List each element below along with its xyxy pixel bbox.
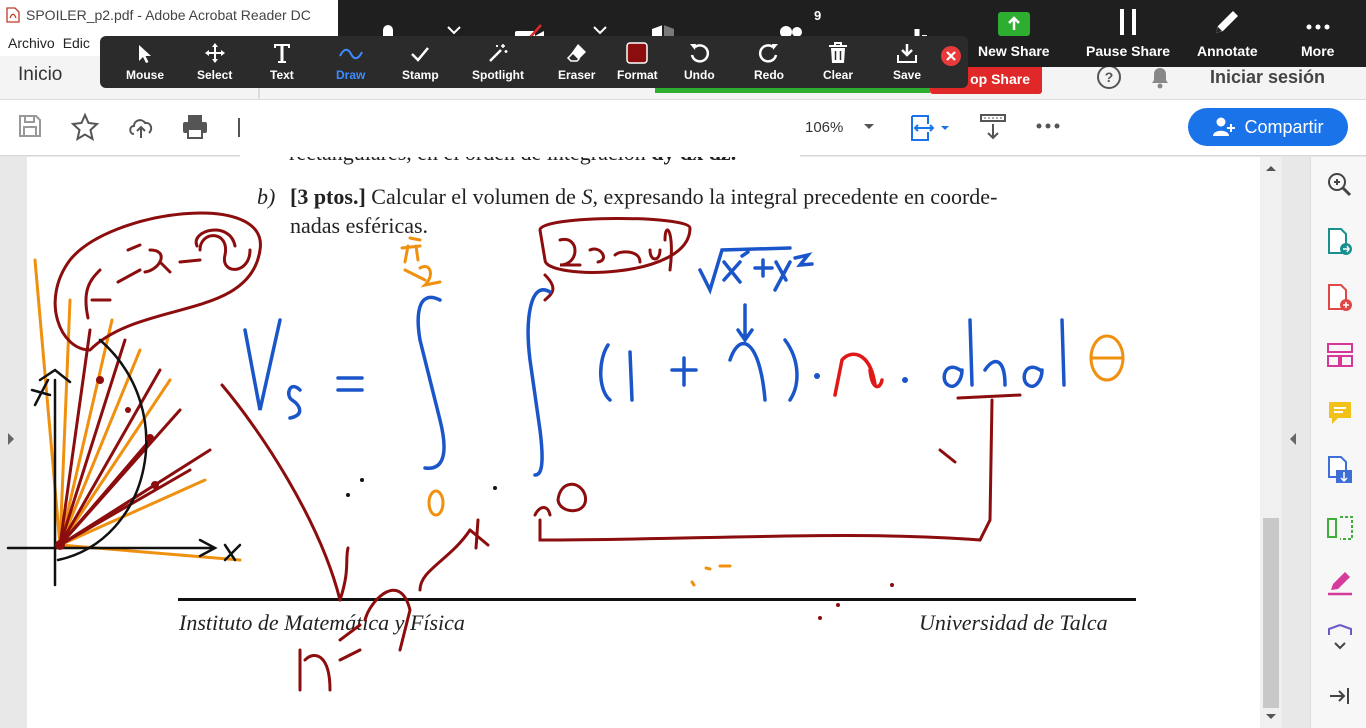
color-swatch-icon (626, 42, 649, 64)
right-tools-sidebar (1310, 157, 1366, 728)
black-ink-axes (6, 338, 242, 587)
protect-icon[interactable] (1326, 623, 1354, 658)
tool-format[interactable]: Format (617, 36, 658, 88)
move-arrows-icon (204, 43, 225, 63)
tool-spotlight[interactable]: Spotlight (472, 36, 524, 88)
star-icon[interactable] (70, 112, 100, 147)
close-icon (946, 51, 956, 61)
zoom-magnifier-icon[interactable] (1326, 171, 1352, 202)
chevron-down-icon (864, 124, 875, 129)
create-pdf-icon[interactable] (1326, 283, 1354, 318)
darkred-ink-drawing (53, 211, 1022, 692)
tool-text[interactable]: Text (270, 36, 294, 88)
fill-sign-icon[interactable] (1326, 569, 1354, 602)
annotation-toolbar: Mouse Select Text Draw Stamp Spotlight E… (100, 36, 968, 88)
zoom-level-select[interactable]: 106% (795, 112, 885, 142)
organize-pages-icon[interactable] (1326, 341, 1354, 374)
add-user-icon (1213, 117, 1236, 136)
blue-dots (814, 373, 908, 383)
window-title: SPOILER_p2.pdf - Adobe Acrobat Reader DC (26, 7, 311, 23)
undo-icon (690, 44, 710, 63)
tool-draw[interactable]: Draw (336, 36, 365, 88)
menu-file[interactable]: Archivo (8, 35, 55, 51)
pause-icon (1120, 9, 1137, 35)
collapse-panel-icon[interactable] (1326, 683, 1352, 714)
edit-pdf-icon[interactable] (1326, 513, 1354, 548)
eraser-icon (566, 44, 586, 62)
pencil-icon (1216, 11, 1239, 33)
trash-icon (829, 42, 848, 63)
close-annotation-button[interactable] (941, 46, 961, 66)
darkred-dots (55, 376, 894, 620)
blue-ink-formula (243, 246, 1066, 477)
comment-icon[interactable] (1326, 399, 1354, 432)
bell-icon[interactable] (1148, 64, 1172, 95)
toolbar-mask (240, 100, 800, 157)
share-screen-icon (997, 12, 1030, 36)
magic-wand-icon (489, 44, 508, 62)
fit-page-icon[interactable] (908, 112, 952, 149)
tool-clear[interactable]: Clear (823, 36, 853, 88)
home-tab[interactable]: Inicio (18, 64, 62, 86)
pdf-file-icon (6, 7, 20, 23)
scroll-mode-icon[interactable] (978, 112, 1008, 147)
help-icon[interactable]: ? (1096, 64, 1122, 95)
right-panel-arrow-icon[interactable] (1288, 432, 1298, 451)
scroll-down-icon[interactable] (1260, 710, 1282, 724)
new-share-button[interactable]: New Share (978, 0, 1050, 67)
ellipsis-icon (1306, 24, 1330, 30)
red-ink-rho (833, 352, 884, 397)
more-options-icon[interactable] (1034, 116, 1062, 141)
tool-eraser[interactable]: Eraser (558, 36, 595, 88)
handwritten-annotations (6, 211, 1125, 692)
tool-redo[interactable]: Redo (754, 36, 784, 88)
checkmark-icon (411, 47, 430, 62)
compress-pdf-icon[interactable] (1326, 455, 1354, 490)
export-pdf-icon[interactable] (1326, 227, 1354, 262)
upload-cloud-icon[interactable] (126, 112, 156, 147)
mouse-pointer-icon (139, 45, 151, 63)
scrollbar-thumb[interactable] (1263, 518, 1279, 708)
tool-stamp[interactable]: Stamp (402, 36, 439, 88)
orange-ink-symbols (400, 244, 1125, 587)
tool-mouse[interactable]: Mouse (126, 36, 164, 88)
squiggle-draw-icon (338, 48, 363, 60)
tool-undo[interactable]: Undo (684, 36, 715, 88)
sign-in-link[interactable]: Iniciar sesión (1210, 67, 1325, 88)
participants-count: 9 (814, 8, 822, 23)
print-icon[interactable] (180, 112, 210, 147)
scroll-up-icon[interactable] (1260, 161, 1282, 175)
black-dots (346, 478, 497, 497)
tool-save[interactable]: Save (893, 36, 921, 88)
tool-select[interactable]: Select (197, 36, 232, 88)
save-icon[interactable] (16, 112, 44, 145)
window-title-bar: SPOILER_p2.pdf - Adobe Acrobat Reader DC (0, 0, 338, 30)
redo-icon (758, 44, 778, 63)
share-button[interactable]: Compartir (1188, 108, 1348, 146)
download-save-icon (897, 44, 918, 63)
svg-text:?: ? (1105, 69, 1114, 85)
pause-share-button[interactable]: Pause Share (1086, 0, 1170, 67)
orange-rays-drawing (33, 236, 427, 562)
annotate-button[interactable]: Annotate (1197, 0, 1258, 67)
text-t-icon (273, 44, 290, 63)
menu-edit[interactable]: Edic (63, 35, 90, 51)
more-button[interactable]: More (1301, 0, 1334, 67)
